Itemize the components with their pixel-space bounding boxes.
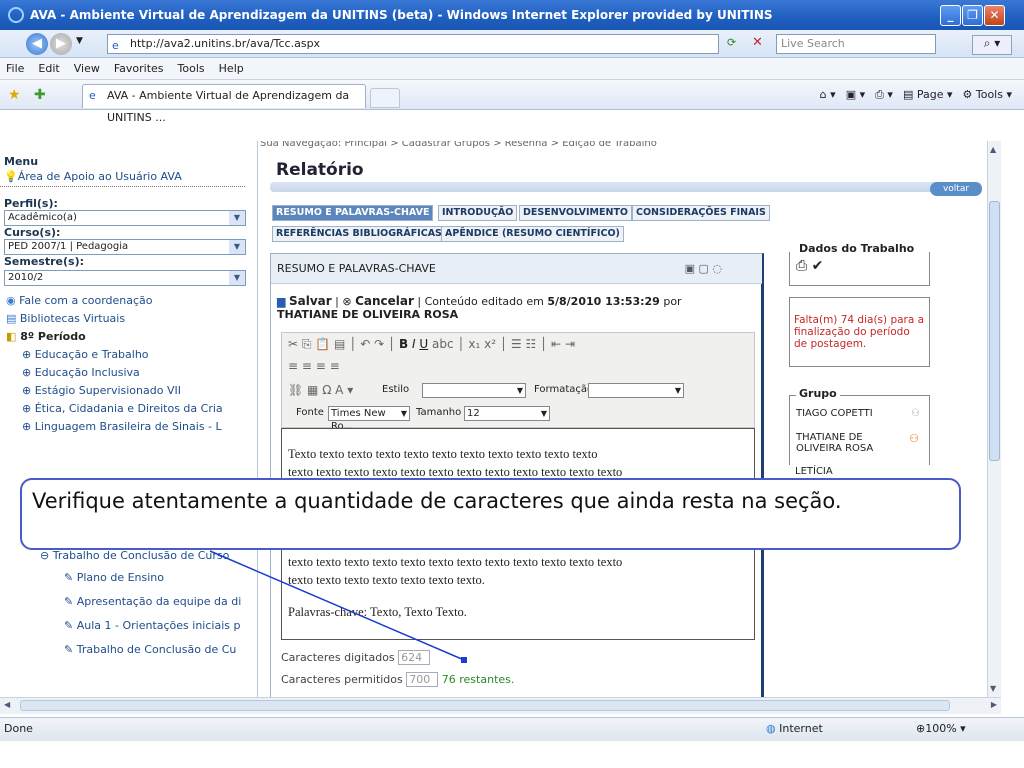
- hscroll-thumb[interactable]: [20, 700, 950, 711]
- zoom-control[interactable]: ⊕100% ▾: [916, 718, 966, 740]
- zone-indicator: ◍ Internet: [766, 722, 823, 735]
- zoom-icon: ⊕: [916, 722, 926, 735]
- status-bar: Done ◍ Internet ⊕100% ▾: [0, 717, 1024, 741]
- scroll-right-icon[interactable]: ▶: [991, 700, 997, 709]
- vertical-scrollbar[interactable]: ▲ ▼: [987, 141, 1001, 697]
- callout-pointer-arrow: [209, 550, 467, 663]
- scroll-down-icon[interactable]: ▼: [990, 684, 996, 693]
- scroll-up-icon[interactable]: ▲: [990, 145, 996, 154]
- scroll-thumb[interactable]: [989, 201, 1000, 461]
- scroll-left-icon[interactable]: ◀: [4, 700, 10, 709]
- status-text: Done: [4, 722, 33, 735]
- horizontal-scrollbar[interactable]: ◀ ▶: [0, 697, 1001, 714]
- globe-icon: ◍: [766, 722, 780, 735]
